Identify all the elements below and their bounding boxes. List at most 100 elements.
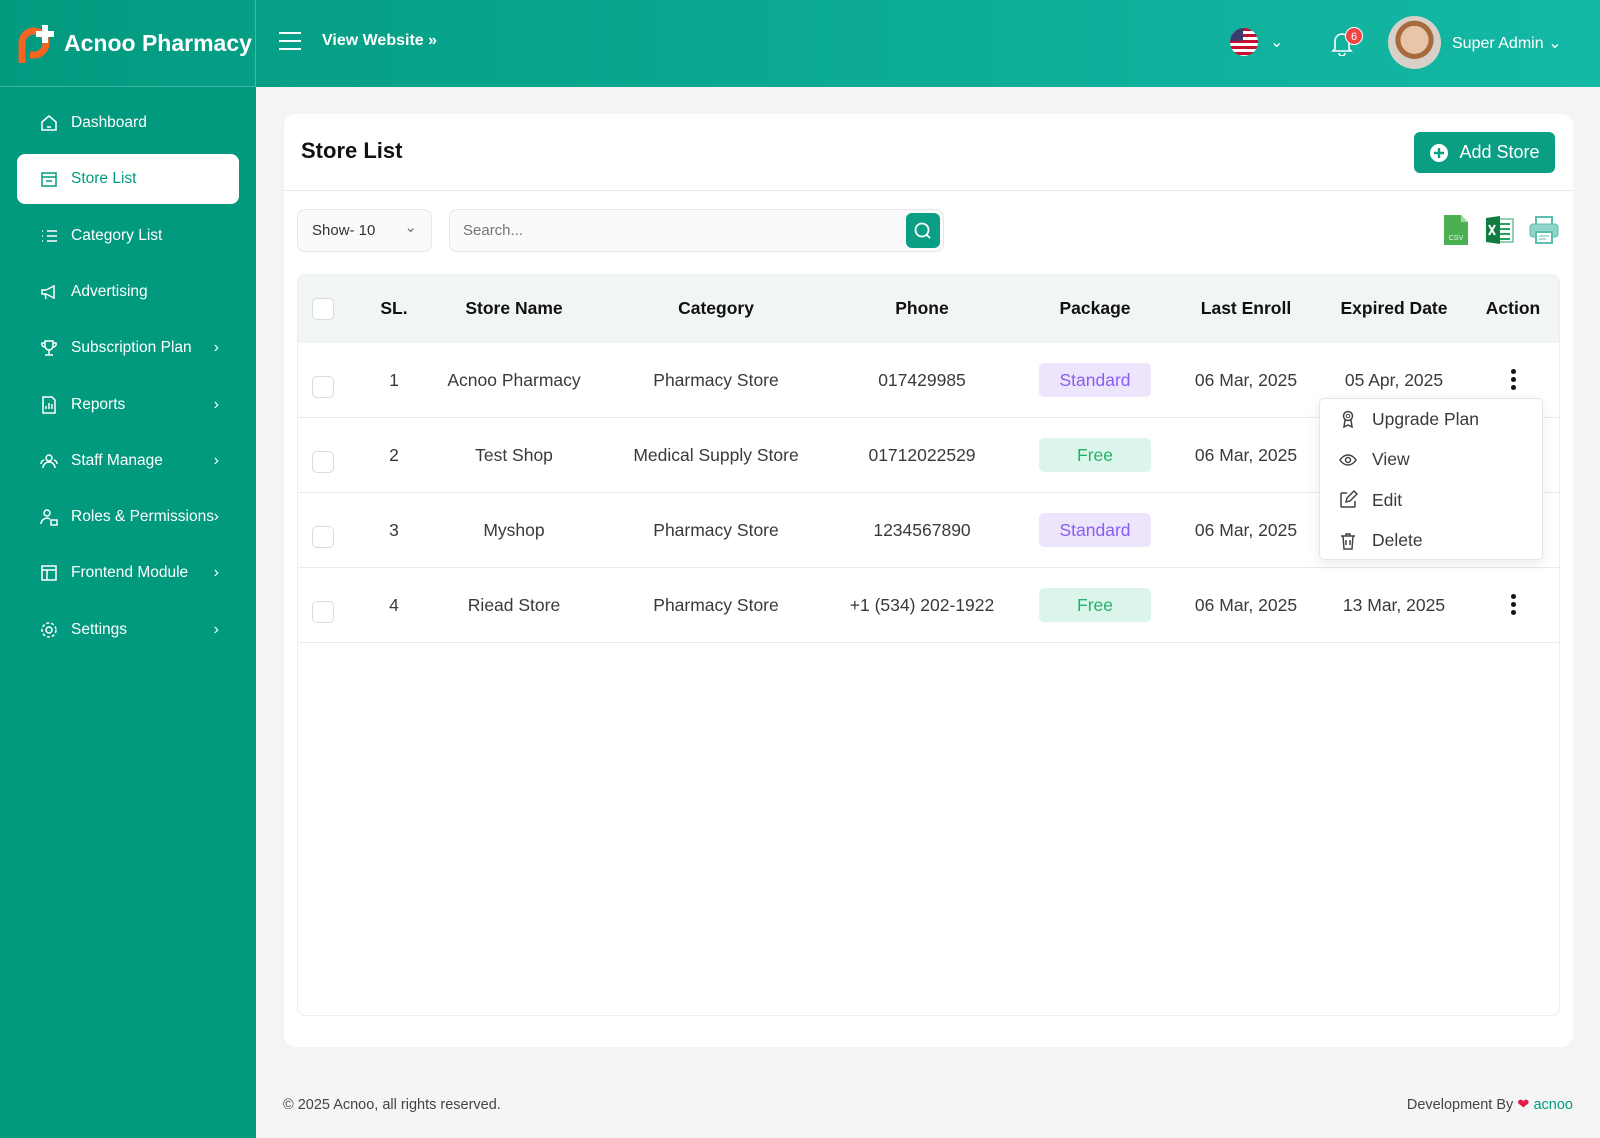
megaphone-icon bbox=[41, 284, 55, 300]
sidebar-item-roles-permissions[interactable]: Roles & Permissions › bbox=[17, 492, 239, 542]
menu-item-label: Delete bbox=[1372, 530, 1423, 550]
package-badge: Free bbox=[1039, 438, 1151, 472]
dev-by-label: Development By bbox=[1406, 1097, 1514, 1113]
sidebar-item-advertising[interactable]: Advertising bbox=[17, 267, 239, 317]
menu-toggle-icon[interactable] bbox=[279, 32, 301, 50]
search-icon bbox=[914, 222, 931, 239]
menu-item-label: Upgrade Plan bbox=[1372, 408, 1480, 429]
column-header: SL. bbox=[380, 298, 408, 318]
us-flag-icon[interactable] bbox=[1230, 28, 1258, 56]
search-input[interactable] bbox=[450, 210, 890, 251]
edit-icon bbox=[1340, 490, 1358, 508]
select-all-checkbox[interactable] bbox=[312, 298, 334, 320]
sidebar-item-store-list[interactable]: Store List bbox=[17, 154, 239, 205]
chevron-right-icon: › bbox=[213, 451, 219, 469]
search-button[interactable] bbox=[906, 213, 940, 248]
menu-item-upgrade-plan[interactable]: Upgrade Plan bbox=[1320, 399, 1542, 439]
row-checkbox[interactable] bbox=[312, 526, 334, 548]
sidebar-item-label: Store List bbox=[71, 170, 137, 188]
top-bar: Acnoo Pharmacy View Website » ⌄ 6 Super … bbox=[0, 0, 1600, 87]
chevron-down-icon: ⌄ bbox=[1548, 35, 1562, 52]
trophy-icon bbox=[41, 340, 57, 356]
copyright: © 2025 Acnoo, all rights reserved. bbox=[283, 1097, 501, 1113]
sidebar-item-label: Roles & Permissions bbox=[71, 508, 214, 526]
action-dropdown-menu: Upgrade Plan View Edit Delete bbox=[1319, 398, 1543, 560]
store-table: SL. Store Name Category Phone Package Last En… bbox=[297, 274, 1560, 1016]
cell-phone: 017429985 bbox=[878, 370, 966, 390]
award-icon bbox=[1342, 410, 1354, 429]
report-icon bbox=[42, 395, 56, 414]
csv-export-icon[interactable]: CSV bbox=[1440, 214, 1472, 246]
avatar[interactable] bbox=[1388, 16, 1441, 69]
plus-circle-icon bbox=[1430, 143, 1449, 162]
add-store-label: Add Store bbox=[1459, 142, 1540, 162]
more-actions-icon[interactable] bbox=[1503, 367, 1523, 393]
logo-icon bbox=[18, 25, 54, 63]
view-website-label: View Website bbox=[322, 32, 424, 49]
row-checkbox[interactable] bbox=[312, 376, 334, 398]
user-menu[interactable]: Super Admin ⌄ bbox=[1452, 33, 1561, 53]
row-checkbox[interactable] bbox=[312, 601, 334, 623]
cell-last-enroll: 06 Mar, 2025 bbox=[1194, 445, 1298, 465]
chevron-right-icon: › bbox=[213, 564, 219, 582]
show-entries-select[interactable]: Show- 10 ⌄ bbox=[297, 209, 432, 252]
home-icon bbox=[41, 115, 57, 131]
sidebar-item-dashboard[interactable]: Dashboard bbox=[17, 98, 239, 148]
sidebar-item-label: Subscription Plan bbox=[71, 339, 192, 357]
sidebar-item-settings[interactable]: Settings › bbox=[17, 605, 239, 655]
cell-category: Medical Supply Store bbox=[633, 445, 799, 465]
page-title: Store List bbox=[301, 138, 403, 163]
user-lock-icon bbox=[40, 509, 58, 526]
chevron-right-icon: › bbox=[213, 395, 219, 413]
double-chevron-icon: » bbox=[428, 32, 438, 49]
sidebar-item-label: Dashboard bbox=[71, 114, 147, 131]
package-badge: Free bbox=[1039, 588, 1151, 622]
user-name: Super Admin bbox=[1452, 35, 1544, 52]
divider bbox=[284, 190, 1573, 191]
store-list-card: Store List Add Store Show- 10 ⌄ CSV SL. St… bbox=[284, 114, 1573, 1047]
store-icon bbox=[41, 172, 57, 188]
language-chevron-down-icon[interactable]: ⌄ bbox=[1270, 32, 1283, 52]
cell-phone: 01712022529 bbox=[868, 445, 976, 465]
excel-export-icon[interactable] bbox=[1484, 214, 1516, 246]
cell-name: Test Shop bbox=[475, 445, 553, 465]
sidebar: Dashboard Store List Category List Advertis… bbox=[0, 87, 256, 1138]
table-header: SL. Store Name Category Phone Package Last En… bbox=[298, 275, 1559, 343]
trash-icon bbox=[1341, 532, 1355, 550]
acnoo-link[interactable]: acnoo bbox=[1533, 1097, 1573, 1113]
more-actions-icon[interactable] bbox=[1503, 592, 1523, 618]
column-header: Phone bbox=[895, 298, 949, 318]
chevron-right-icon: › bbox=[213, 339, 219, 357]
column-header: Package bbox=[1059, 298, 1131, 318]
heart-icon: ❤ bbox=[1517, 1097, 1530, 1113]
cell-category: Pharmacy Store bbox=[653, 595, 779, 615]
print-icon[interactable] bbox=[1528, 214, 1560, 246]
users-icon bbox=[40, 454, 58, 468]
sidebar-item-frontend-module[interactable]: Frontend Module › bbox=[17, 548, 239, 598]
sidebar-item-subscription-plan[interactable]: Subscription Plan › bbox=[17, 323, 239, 373]
brand-logo[interactable]: Acnoo Pharmacy bbox=[0, 0, 256, 87]
sidebar-item-label: Category List bbox=[71, 226, 163, 244]
row-checkbox[interactable] bbox=[312, 451, 334, 473]
sidebar-item-label: Settings bbox=[71, 620, 128, 638]
chevron-right-icon: › bbox=[213, 620, 219, 638]
cell-sl: 3 bbox=[389, 520, 399, 540]
view-website-link[interactable]: View Website » bbox=[322, 32, 437, 50]
cell-phone: 1234567890 bbox=[873, 520, 971, 540]
cell-name: Acnoo Pharmacy bbox=[447, 370, 581, 390]
search-box bbox=[449, 209, 944, 252]
menu-item-label: Edit bbox=[1372, 489, 1403, 510]
sidebar-item-label: Reports bbox=[71, 395, 126, 413]
menu-item-view[interactable]: View bbox=[1320, 440, 1542, 480]
cell-phone: +1 (534) 202-1922 bbox=[849, 595, 995, 615]
cell-category: Pharmacy Store bbox=[653, 520, 779, 540]
cell-category: Pharmacy Store bbox=[653, 370, 779, 390]
sidebar-item-category-list[interactable]: Category List bbox=[17, 211, 239, 261]
sidebar-item-label: Advertising bbox=[71, 282, 148, 300]
sidebar-item-reports[interactable]: Reports › bbox=[17, 380, 239, 430]
package-badge: Standard bbox=[1039, 513, 1151, 547]
menu-item-delete[interactable]: Delete bbox=[1320, 521, 1542, 561]
sidebar-item-staff-manage[interactable]: Staff Manage › bbox=[17, 436, 239, 486]
add-store-button[interactable]: Add Store bbox=[1414, 132, 1555, 173]
menu-item-edit[interactable]: Edit bbox=[1320, 480, 1542, 520]
